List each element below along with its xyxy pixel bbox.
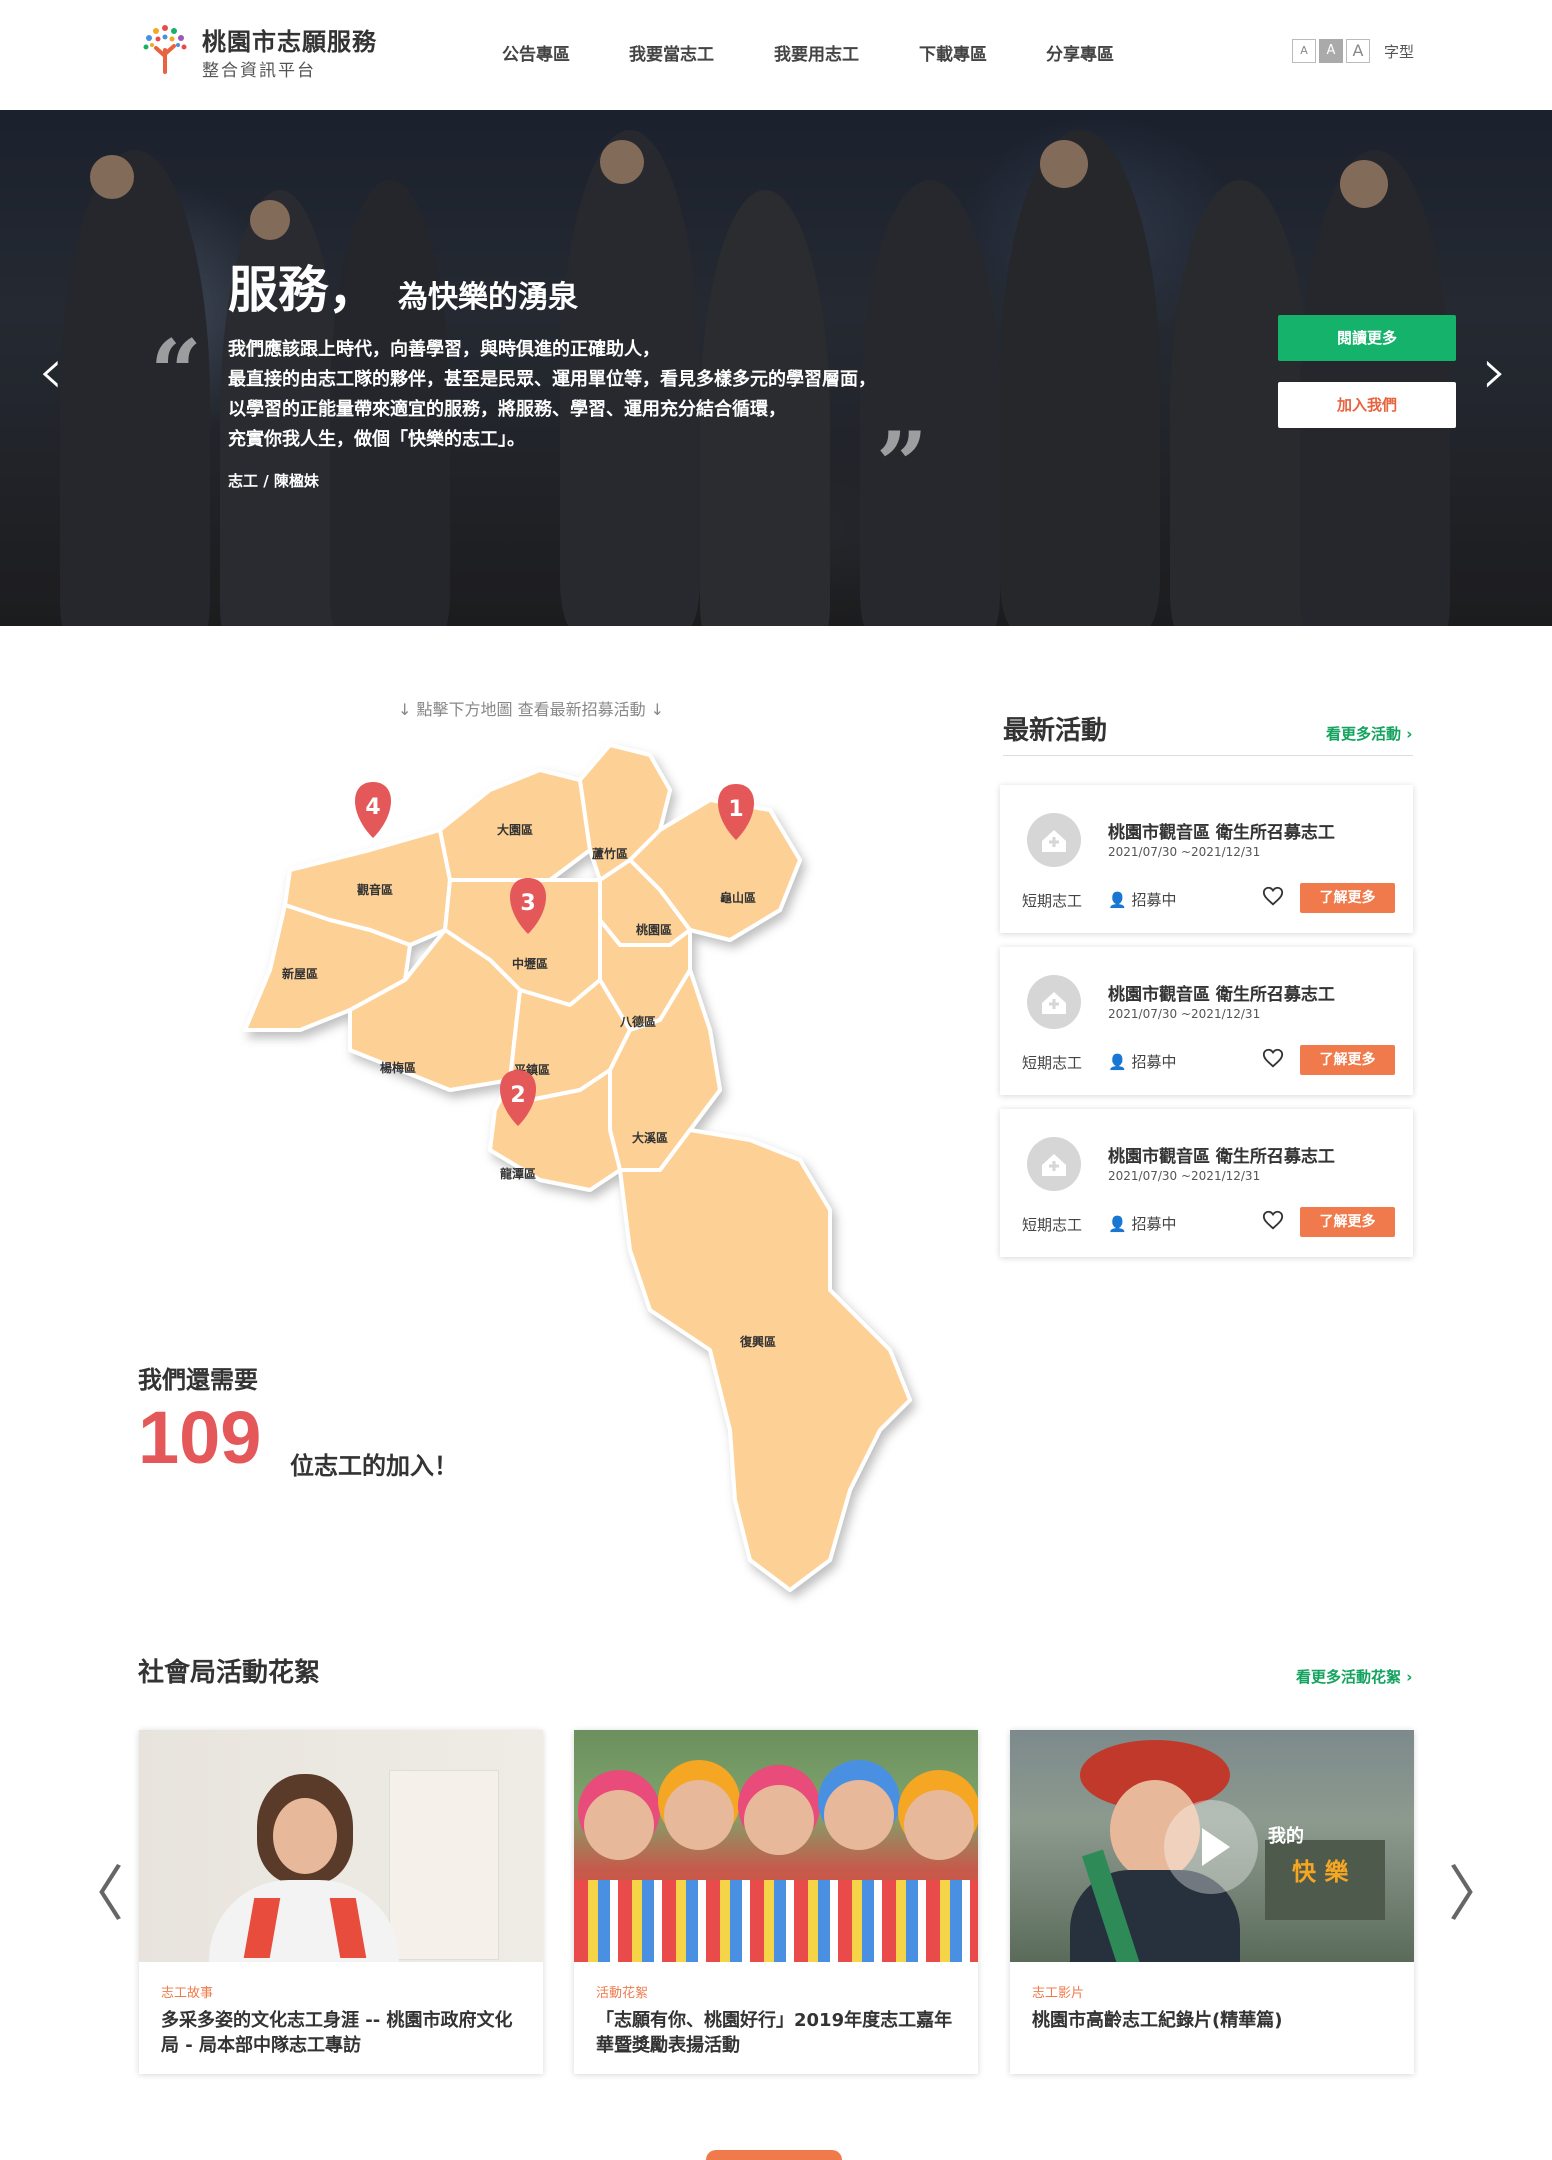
activity-status: 👤 招募中	[1108, 1053, 1177, 1071]
activity-name: 桃園市觀音區 衛生所召募志工	[1108, 985, 1335, 1005]
need-label: 我們還需要	[138, 1366, 258, 1394]
hero-quote-line-3: 以學習的正能量帶來適宜的服務，將服務、學習、運用充分結合循環，	[228, 399, 786, 420]
learn-more-button[interactable]: 了解更多	[1300, 1207, 1395, 1237]
gallery-card[interactable]: 志工故事 多采多姿的文化志工身涯 -- 桃園市政府文化局 - 局本部中隊志工專訪	[139, 1730, 543, 2074]
site-subtitle: 整合資訊平台	[202, 61, 316, 81]
activity-type: 短期志工	[1022, 892, 1083, 910]
hero-quote-line-2: 最直接的由志工隊的夥伴，甚至是民眾、運用單位等，看見多樣多元的學習層面，	[228, 369, 876, 390]
health-center-icon	[1027, 1137, 1081, 1191]
district-fuxing	[618, 1128, 912, 1592]
label-xinwu: 新屋區	[282, 966, 318, 981]
font-size-small-button[interactable]: A	[1292, 39, 1316, 63]
site-title[interactable]: 桃園市志願服務	[202, 22, 377, 57]
activity-card[interactable]: 桃園市觀音區 衛生所召募志工 2021/07/30 ~2021/12/31 短期…	[1000, 785, 1413, 933]
gallery-category: 活動花絮	[596, 1986, 649, 2001]
site-header: 桃園市志願服務 整合資訊平台 公告專區 我要當志工 我要用志工 下載專區 分享專…	[0, 0, 1552, 110]
svg-text:3: 3	[520, 891, 535, 916]
divider	[1003, 755, 1413, 756]
hero-quote-line-1: 我們應該跟上時代，向善學習，與時俱進的正確助人，	[228, 339, 660, 360]
activity-date: 2021/07/30 ~2021/12/31	[1108, 1007, 1261, 1021]
activity-name: 桃園市觀音區 衛生所召募志工	[1108, 1147, 1335, 1167]
health-center-icon	[1027, 813, 1081, 867]
activity-card[interactable]: 桃園市觀音區 衛生所召募志工 2021/07/30 ~2021/12/31 短期…	[1000, 947, 1413, 1095]
hero-prev-arrow-icon[interactable]: ‹	[38, 335, 64, 409]
need-suffix: 位志工的加入！	[290, 1452, 458, 1480]
label-taoyuan: 桃園區	[636, 922, 672, 937]
health-center-icon	[1027, 975, 1081, 1029]
label-bade: 八德區	[619, 1014, 656, 1029]
activity-date: 2021/07/30 ~2021/12/31	[1108, 1169, 1261, 1183]
person-icon: 👤	[1108, 891, 1127, 909]
more-gallery-link[interactable]: 看更多活動花絮 ›	[1296, 1666, 1412, 1687]
gallery-prev-arrow-icon[interactable]: 〈	[64, 1846, 124, 1933]
label-fuxing: 復興區	[739, 1334, 776, 1349]
font-size-large-button[interactable]: A	[1346, 39, 1370, 63]
label-zhongli: 中壢區	[512, 956, 548, 971]
heart-icon[interactable]	[1262, 885, 1284, 907]
activity-card[interactable]: 桃園市觀音區 衛生所召募志工 2021/07/30 ~2021/12/31 短期…	[1000, 1109, 1413, 1257]
nav-announcements[interactable]: 公告專區	[502, 40, 570, 65]
nav-be-volunteer[interactable]: 我要當志工	[629, 40, 714, 65]
activity-date: 2021/07/30 ~2021/12/31	[1108, 845, 1261, 859]
hero-subtitle: 為快樂的湧泉	[398, 280, 578, 315]
hero-author: 志工 / 陳楹妹	[228, 472, 319, 490]
gallery-title: 社會局活動花絮	[138, 1658, 321, 1688]
pin-4-icon[interactable]: 4	[355, 782, 391, 838]
activity-type: 短期志工	[1022, 1216, 1083, 1234]
person-icon: 👤	[1108, 1215, 1127, 1233]
latest-activities-title: 最新活動	[1003, 716, 1108, 746]
font-size-medium-button[interactable]: A	[1319, 39, 1343, 63]
play-button-icon[interactable]	[1164, 1800, 1258, 1894]
gallery-category: 志工影片	[1032, 1986, 1085, 2001]
activity-type: 短期志工	[1022, 1054, 1083, 1072]
logo-tree-icon[interactable]	[138, 20, 192, 74]
svg-text:4: 4	[365, 795, 380, 820]
label-guishan: 龜山區	[720, 890, 756, 905]
svg-text:1: 1	[728, 797, 743, 822]
gallery-caption: 「志願有你、桃園好行」2019年度志工嘉年華暨獎勵表揚活動	[596, 2010, 953, 2056]
gallery-caption: 桃園市高齡志工紀錄片(精華篇)	[1032, 2010, 1283, 2031]
hero-title: 服務，	[228, 261, 378, 319]
learn-more-button[interactable]: 了解更多	[1300, 1045, 1395, 1075]
label-luzhu: 蘆竹區	[592, 846, 628, 861]
gallery-photo	[574, 1730, 978, 1962]
volunteers-needed-count: 109	[138, 1396, 262, 1479]
gallery-card[interactable]: 活動花絮 「志願有你、桃園好行」2019年度志工嘉年華暨獎勵表揚活動	[574, 1730, 978, 2074]
video-caption-1: 我的	[1268, 1826, 1304, 1847]
learn-more-button[interactable]: 了解更多	[1300, 883, 1395, 913]
more-button-tab[interactable]	[706, 2150, 842, 2160]
quote-close-icon: ”	[876, 412, 928, 518]
nav-downloads[interactable]: 下載專區	[919, 40, 987, 65]
label-dayuan: 大園區	[497, 822, 533, 837]
gallery-caption: 多采多姿的文化志工身涯 -- 桃園市政府文化局 - 局本部中隊志工專訪	[161, 2010, 513, 2056]
person-icon: 👤	[1108, 1053, 1127, 1071]
label-daxi: 大溪區	[632, 1130, 668, 1145]
label-guanyin: 觀音區	[357, 882, 393, 897]
nav-share[interactable]: 分享專區	[1046, 40, 1114, 65]
activity-status: 👤 招募中	[1108, 1215, 1177, 1233]
nav-use-volunteer[interactable]: 我要用志工	[774, 40, 859, 65]
gallery-card[interactable]: 我的 快 樂 志工影片 桃園市高齡志工紀錄片(精華篇)	[1010, 1730, 1414, 2074]
hero-banner: ‹ › 服務， 為快樂的湧泉 “ 我們應該跟上時代，向善學習，與時俱進的正確助人…	[0, 110, 1552, 626]
svg-text:2: 2	[510, 1083, 525, 1108]
activity-name: 桃園市觀音區 衛生所召募志工	[1108, 823, 1335, 843]
gallery-category: 志工故事	[161, 1986, 214, 2001]
join-us-button[interactable]: 加入我們	[1278, 382, 1456, 428]
heart-icon[interactable]	[1262, 1209, 1284, 1231]
map-hint: ↓ 點擊下方地圖 查看最新招募活動 ↓	[398, 700, 665, 719]
hero-quote-line-4: 充實你我人生，做個「快樂的志工」。	[228, 429, 525, 450]
activity-status: 👤 招募中	[1108, 891, 1177, 909]
video-caption-2: 快 樂	[1292, 1858, 1349, 1886]
quote-open-icon: “	[150, 320, 202, 426]
read-more-button[interactable]: 閱讀更多	[1278, 315, 1456, 361]
more-activities-link[interactable]: 看更多活動 ›	[1326, 723, 1412, 744]
gallery-photo	[139, 1730, 543, 1962]
label-yangmei: 楊梅區	[380, 1060, 416, 1075]
hero-next-arrow-icon[interactable]: ›	[1482, 335, 1508, 409]
font-size-label: 字型	[1384, 43, 1415, 61]
label-longtan: 龍潭區	[500, 1166, 536, 1181]
heart-icon[interactable]	[1262, 1047, 1284, 1069]
gallery-next-arrow-icon[interactable]: 〉	[1448, 1846, 1508, 1933]
